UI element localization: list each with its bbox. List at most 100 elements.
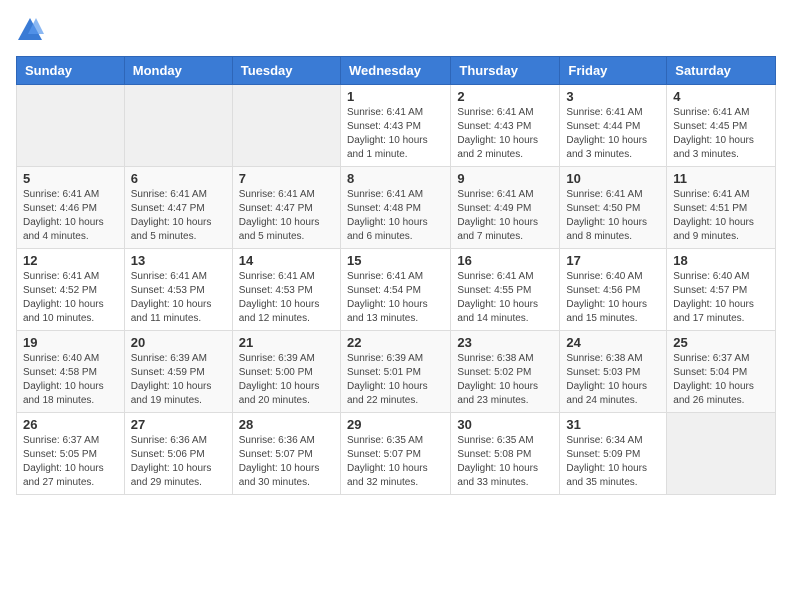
day-number: 6	[131, 171, 226, 186]
day-info: Sunrise: 6:41 AM Sunset: 4:53 PM Dayligh…	[131, 270, 226, 326]
day-number: 17	[566, 253, 660, 268]
day-number: 26	[23, 417, 118, 432]
day-info: Sunrise: 6:35 AM Sunset: 5:08 PM Dayligh…	[457, 434, 553, 490]
day-number: 29	[347, 417, 444, 432]
calendar-cell: 11 Sunrise: 6:41 AM Sunset: 4:51 PM Dayli…	[667, 167, 776, 249]
day-number: 10	[566, 171, 660, 186]
calendar-header-row: SundayMondayTuesdayWednesdayThursdayFrid…	[17, 57, 776, 85]
calendar-cell: 25Sunrise: 6:37 AM Sunset: 5:04 PM Dayli…	[667, 331, 776, 413]
calendar-cell: 28Sunrise: 6:36 AM Sunset: 5:07 PM Dayli…	[232, 413, 340, 495]
day-number: 5	[23, 171, 118, 186]
calendar-week-row: 5 Sunrise: 6:41 AM Sunset: 4:46 PM Daylig…	[17, 167, 776, 249]
calendar-cell: 5 Sunrise: 6:41 AM Sunset: 4:46 PM Daylig…	[17, 167, 125, 249]
day-number: 31	[566, 417, 660, 432]
day-number: 20	[131, 335, 226, 350]
calendar-week-row: 26Sunrise: 6:37 AM Sunset: 5:05 PM Dayli…	[17, 413, 776, 495]
day-number: 24	[566, 335, 660, 350]
calendar-cell	[124, 85, 232, 167]
calendar-cell: 16Sunrise: 6:41 AM Sunset: 4:55 PM Dayli…	[451, 249, 560, 331]
day-number: 3	[566, 89, 660, 104]
calendar-cell: 24 Sunrise: 6:38 AM Sunset: 5:03 PM Dayli…	[560, 331, 667, 413]
day-number: 15	[347, 253, 444, 268]
calendar-cell: 9 Sunrise: 6:41 AM Sunset: 4:49 PM Daylig…	[451, 167, 560, 249]
calendar-cell: 1 Sunrise: 6:41 AM Sunset: 4:43 PM Daylig…	[340, 85, 450, 167]
day-number: 23	[457, 335, 553, 350]
calendar-cell: 17 Sunrise: 6:40 AM Sunset: 4:56 PM Dayli…	[560, 249, 667, 331]
calendar-cell: 19 Sunrise: 6:40 AM Sunset: 4:58 PM Dayli…	[17, 331, 125, 413]
day-info: Sunrise: 6:38 AM Sunset: 5:02 PM Dayligh…	[457, 352, 553, 408]
day-info: Sunrise: 6:35 AM Sunset: 5:07 PM Dayligh…	[347, 434, 444, 490]
calendar-cell: 2Sunrise: 6:41 AM Sunset: 4:43 PM Daylig…	[451, 85, 560, 167]
day-number: 18	[673, 253, 769, 268]
day-info: Sunrise: 6:41 AM Sunset: 4:46 PM Dayligh…	[23, 188, 118, 244]
day-header-monday: Monday	[124, 57, 232, 85]
day-info: Sunrise: 6:38 AM Sunset: 5:03 PM Dayligh…	[566, 352, 660, 408]
calendar-cell: 6 Sunrise: 6:41 AM Sunset: 4:47 PM Daylig…	[124, 167, 232, 249]
day-header-tuesday: Tuesday	[232, 57, 340, 85]
day-info: Sunrise: 6:40 AM Sunset: 4:57 PM Dayligh…	[673, 270, 769, 326]
calendar-cell: 14 Sunrise: 6:41 AM Sunset: 4:53 PM Dayli…	[232, 249, 340, 331]
calendar-cell: 12 Sunrise: 6:41 AM Sunset: 4:52 PM Dayli…	[17, 249, 125, 331]
day-info: Sunrise: 6:41 AM Sunset: 4:49 PM Dayligh…	[457, 188, 553, 244]
calendar-week-row: 19 Sunrise: 6:40 AM Sunset: 4:58 PM Dayli…	[17, 331, 776, 413]
calendar-cell: 30 Sunrise: 6:35 AM Sunset: 5:08 PM Dayli…	[451, 413, 560, 495]
day-info: Sunrise: 6:39 AM Sunset: 5:00 PM Dayligh…	[239, 352, 334, 408]
day-number: 9	[457, 171, 553, 186]
calendar-cell: 29 Sunrise: 6:35 AM Sunset: 5:07 PM Dayli…	[340, 413, 450, 495]
day-info: Sunrise: 6:41 AM Sunset: 4:43 PM Dayligh…	[347, 106, 444, 162]
calendar-week-row: 12 Sunrise: 6:41 AM Sunset: 4:52 PM Dayli…	[17, 249, 776, 331]
calendar-cell: 22Sunrise: 6:39 AM Sunset: 5:01 PM Dayli…	[340, 331, 450, 413]
calendar-table: SundayMondayTuesdayWednesdayThursdayFrid…	[16, 56, 776, 495]
day-number: 8	[347, 171, 444, 186]
calendar-cell: 3 Sunrise: 6:41 AM Sunset: 4:44 PM Daylig…	[560, 85, 667, 167]
day-info: Sunrise: 6:36 AM Sunset: 5:06 PM Dayligh…	[131, 434, 226, 490]
day-number: 1	[347, 89, 444, 104]
day-info: Sunrise: 6:41 AM Sunset: 4:54 PM Dayligh…	[347, 270, 444, 326]
day-info: Sunrise: 6:37 AM Sunset: 5:04 PM Dayligh…	[673, 352, 769, 408]
day-info: Sunrise: 6:40 AM Sunset: 4:56 PM Dayligh…	[566, 270, 660, 326]
day-header-saturday: Saturday	[667, 57, 776, 85]
logo-icon	[16, 16, 44, 44]
calendar-cell: 23 Sunrise: 6:38 AM Sunset: 5:02 PM Dayli…	[451, 331, 560, 413]
day-number: 7	[239, 171, 334, 186]
calendar-cell	[17, 85, 125, 167]
page-header	[16, 16, 776, 44]
day-header-sunday: Sunday	[17, 57, 125, 85]
day-info: Sunrise: 6:41 AM Sunset: 4:44 PM Dayligh…	[566, 106, 660, 162]
day-number: 4	[673, 89, 769, 104]
logo	[16, 16, 48, 44]
day-info: Sunrise: 6:41 AM Sunset: 4:53 PM Dayligh…	[239, 270, 334, 326]
calendar-cell: 20 Sunrise: 6:39 AM Sunset: 4:59 PM Dayli…	[124, 331, 232, 413]
day-number: 11	[673, 171, 769, 186]
calendar-cell: 10Sunrise: 6:41 AM Sunset: 4:50 PM Dayli…	[560, 167, 667, 249]
calendar-cell	[232, 85, 340, 167]
day-number: 21	[239, 335, 334, 350]
day-info: Sunrise: 6:41 AM Sunset: 4:52 PM Dayligh…	[23, 270, 118, 326]
day-info: Sunrise: 6:39 AM Sunset: 4:59 PM Dayligh…	[131, 352, 226, 408]
day-header-wednesday: Wednesday	[340, 57, 450, 85]
calendar-cell: 7 Sunrise: 6:41 AM Sunset: 4:47 PM Daylig…	[232, 167, 340, 249]
calendar-cell: 21 Sunrise: 6:39 AM Sunset: 5:00 PM Dayli…	[232, 331, 340, 413]
day-number: 14	[239, 253, 334, 268]
day-info: Sunrise: 6:41 AM Sunset: 4:47 PM Dayligh…	[239, 188, 334, 244]
day-info: Sunrise: 6:40 AM Sunset: 4:58 PM Dayligh…	[23, 352, 118, 408]
day-number: 30	[457, 417, 553, 432]
calendar-cell: 27Sunrise: 6:36 AM Sunset: 5:06 PM Dayli…	[124, 413, 232, 495]
calendar-cell: 4 Sunrise: 6:41 AM Sunset: 4:45 PM Daylig…	[667, 85, 776, 167]
day-number: 19	[23, 335, 118, 350]
day-info: Sunrise: 6:41 AM Sunset: 4:55 PM Dayligh…	[457, 270, 553, 326]
calendar-cell: 18 Sunrise: 6:40 AM Sunset: 4:57 PM Dayli…	[667, 249, 776, 331]
day-number: 28	[239, 417, 334, 432]
day-info: Sunrise: 6:39 AM Sunset: 5:01 PM Dayligh…	[347, 352, 444, 408]
calendar-cell: 8 Sunrise: 6:41 AM Sunset: 4:48 PM Daylig…	[340, 167, 450, 249]
day-header-friday: Friday	[560, 57, 667, 85]
calendar-cell: 13Sunrise: 6:41 AM Sunset: 4:53 PM Dayli…	[124, 249, 232, 331]
day-info: Sunrise: 6:34 AM Sunset: 5:09 PM Dayligh…	[566, 434, 660, 490]
day-info: Sunrise: 6:41 AM Sunset: 4:51 PM Dayligh…	[673, 188, 769, 244]
day-info: Sunrise: 6:41 AM Sunset: 4:47 PM Dayligh…	[131, 188, 226, 244]
day-info: Sunrise: 6:41 AM Sunset: 4:48 PM Dayligh…	[347, 188, 444, 244]
day-number: 12	[23, 253, 118, 268]
calendar-cell: 26Sunrise: 6:37 AM Sunset: 5:05 PM Dayli…	[17, 413, 125, 495]
calendar-cell	[667, 413, 776, 495]
day-info: Sunrise: 6:41 AM Sunset: 4:45 PM Dayligh…	[673, 106, 769, 162]
